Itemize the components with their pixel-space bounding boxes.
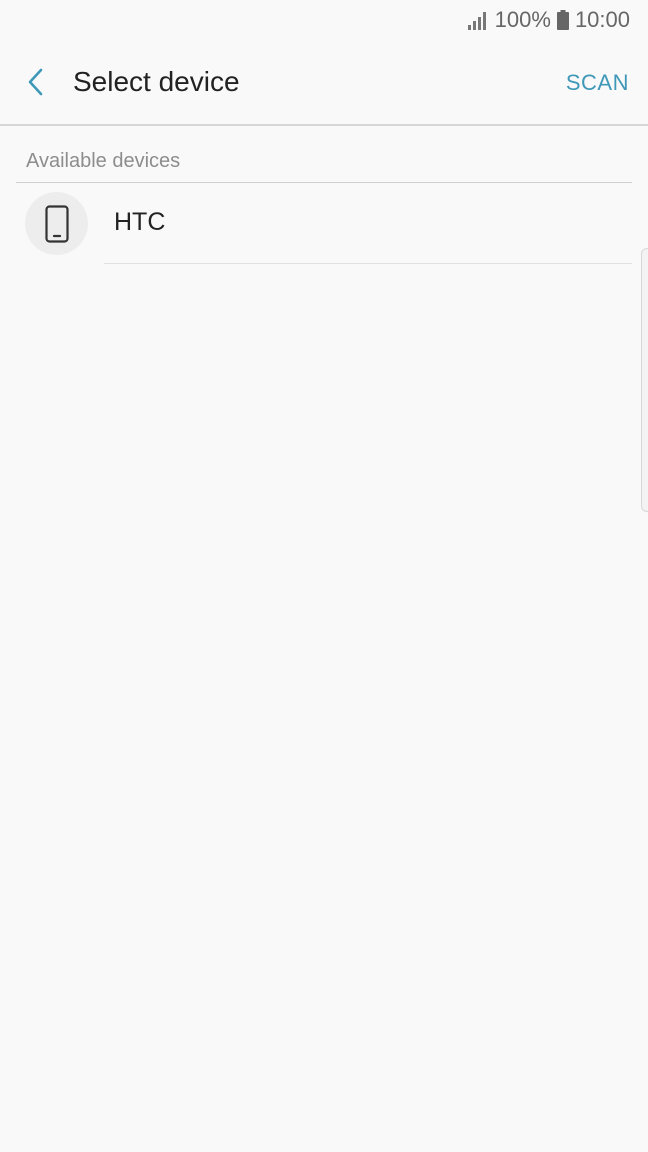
smartphone-icon	[44, 204, 69, 243]
section-header: Available devices	[16, 142, 632, 183]
row-divider	[104, 263, 632, 264]
back-button[interactable]	[16, 60, 56, 104]
status-indicators: 100% 10:00	[467, 6, 630, 34]
battery-icon	[556, 10, 569, 30]
chevron-left-icon	[28, 68, 43, 96]
battery-percent: 100%	[494, 7, 551, 32]
edge-panel-handle[interactable]	[641, 248, 648, 512]
device-name: HTC	[114, 208, 166, 236]
scan-button[interactable]: SCAN	[566, 68, 629, 98]
device-list-item[interactable]: HTC	[0, 184, 632, 264]
app-bar: Select device SCAN	[0, 40, 648, 126]
device-avatar	[25, 192, 88, 255]
status-time: 10:00	[574, 7, 630, 32]
section-header-label: Available devices	[26, 150, 181, 172]
signal-icon	[467, 12, 486, 30]
page-title: Select device	[73, 66, 240, 97]
status-bar: 100% 10:00	[0, 0, 648, 40]
